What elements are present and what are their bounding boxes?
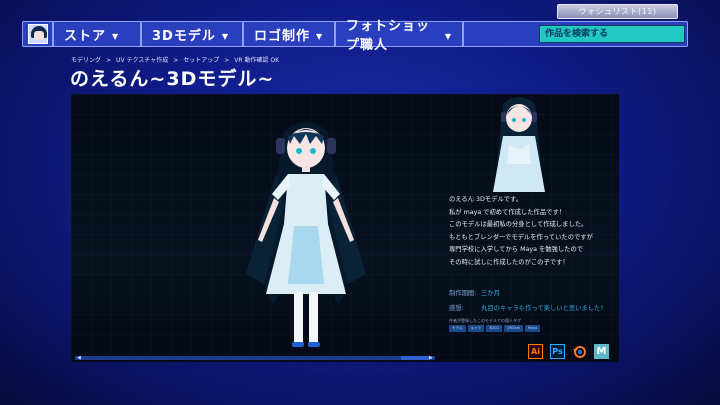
character-model-render[interactable] (206, 114, 406, 354)
breadcrumb-item[interactable]: セットアップ (183, 57, 219, 64)
tag[interactable]: Maya (524, 325, 541, 332)
tag[interactable]: 3DCG (486, 325, 503, 332)
nav-item-store[interactable]: ストア ▼ (54, 22, 142, 46)
viewer-scrollbar[interactable]: ◀ ▶ (75, 355, 435, 361)
tag[interactable]: モデル (449, 325, 466, 332)
impression-label: 感想: (449, 305, 464, 312)
chevron-down-icon: ▼ (112, 32, 120, 41)
description-line: その時に試しに作成したのがこの子です！ (449, 258, 569, 266)
top-navigation: ストア ▼ 3Dモデル ▼ ロゴ制作 ▼ フォトショップ職人 ▼ 作品を検索する (22, 19, 688, 53)
maya-icon: M (594, 344, 609, 359)
production-period-value: 三か月 (481, 290, 500, 297)
description-line: このモデルは最初私の分身として作成しました。 (449, 221, 588, 229)
description-line: もともとブレンダーでモデルを作っていたのですが (449, 233, 593, 241)
breadcrumb-item[interactable]: モデリング (71, 57, 101, 64)
nav-item-photoshop[interactable]: フォトショップ職人 ▼ (336, 19, 464, 53)
tags-label: 作者が登録したこのモデルでの個人タグ (449, 318, 521, 323)
breadcrumb-separator: > (106, 57, 112, 64)
description-line: のえるん 3Dモデルです。 (449, 196, 523, 203)
chevron-down-icon: ▼ (221, 32, 229, 41)
illustrator-icon: Ai (528, 344, 543, 359)
breadcrumb-separator: > (173, 57, 179, 64)
scroll-thumb[interactable] (401, 356, 429, 360)
breadcrumb-separator: > (224, 57, 230, 64)
scroll-left-icon[interactable]: ◀ (77, 355, 81, 361)
nav-item-logo[interactable]: ロゴ制作 ▼ (244, 22, 336, 46)
page-title: のえるん~3Dモデル~ (70, 68, 275, 90)
model-description: のえるん 3Dモデルです。 私が maya で初めて作成した作品です！ このモデ… (449, 194, 617, 270)
breadcrumb: モデリング > UV テクスチャ作成 > セットアップ > VR 動作確認 OK (71, 55, 279, 64)
avatar (27, 24, 48, 44)
model-meta: 制作期間: 三か月 感想: 丸目のキャラも作って楽しいと思いました！ (449, 288, 607, 318)
breadcrumb-item[interactable]: UV テクスチャ作成 (116, 57, 168, 64)
description-line: 私が maya で初めて作成した作品です！ (449, 208, 566, 216)
character-thumbnail[interactable] (479, 94, 559, 196)
search-input[interactable]: 作品を検索する (539, 25, 685, 43)
photoshop-icon: Ps (550, 344, 565, 359)
model-viewer[interactable]: のえるん 3Dモデルです。 私が maya で初めて作成した作品です！ このモデ… (71, 94, 619, 362)
tag[interactable]: VRChat (504, 325, 523, 332)
tag[interactable]: キャラ (467, 325, 484, 332)
tag-list: モデル キャラ 3DCG VRChat Maya (449, 325, 541, 332)
scroll-right-icon[interactable]: ▶ (429, 355, 433, 361)
breadcrumb-item[interactable]: VR 動作確認 OK (234, 57, 279, 64)
description-line: 専門学校に入学してから Maya を勉強したので (449, 246, 584, 254)
tool-icons: Ai Ps M (528, 344, 609, 359)
home-avatar-button[interactable] (23, 22, 54, 46)
production-period-label: 制作期間: (449, 290, 477, 297)
chevron-down-icon: ▼ (316, 32, 324, 41)
blender-icon (572, 344, 587, 359)
chevron-down-icon: ▼ (444, 32, 452, 41)
nav-item-label: フォトショップ職人 (346, 19, 431, 53)
nav-item-label: ロゴ制作 (254, 28, 311, 44)
nav-item-label: 3Dモデル (152, 28, 216, 44)
nav-item-3d-model[interactable]: 3Dモデル ▼ (142, 22, 244, 46)
wishlist-button[interactable]: ウォシュリスト(11) (557, 4, 678, 19)
nav-item-label: ストア (64, 28, 107, 44)
impression-value: 丸目のキャラも作って楽しいと思いました！ (481, 305, 607, 312)
